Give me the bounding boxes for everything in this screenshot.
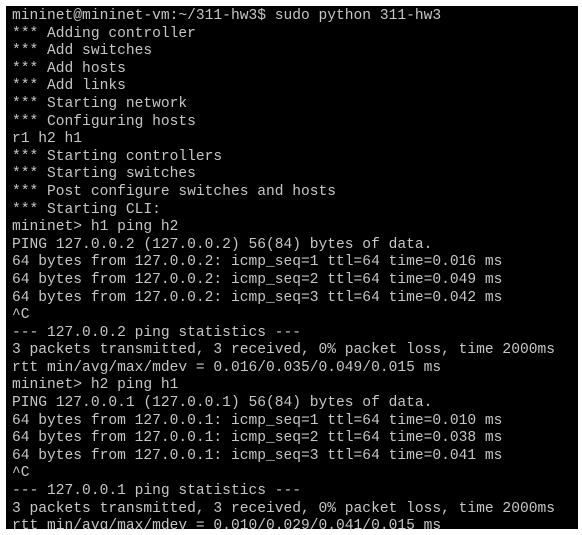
terminal-line: *** Starting controllers — [12, 148, 223, 165]
terminal-line: r1 h2 h1 — [12, 131, 83, 148]
terminal-line: *** Starting CLI: — [12, 201, 161, 218]
terminal-line: rtt min/avg/max/mdev = 0.010/0.029/0.041… — [12, 518, 442, 529]
terminal-line: *** Configuring hosts — [12, 113, 196, 130]
terminal-window[interactable]: mininet@mininet-vm:~/311-hw3$ sudo pytho… — [6, 6, 578, 529]
terminal-line: *** Add hosts — [12, 60, 126, 77]
terminal-line: mininet@mininet-vm:~/311-hw3$ sudo pytho… — [12, 8, 442, 24]
terminal-line: PING 127.0.0.2 (127.0.0.2) 56(84) bytes … — [12, 236, 433, 253]
terminal-line: *** Starting network — [12, 95, 188, 112]
terminal-line: rtt min/avg/max/mdev = 0.016/0.035/0.049… — [12, 359, 442, 376]
terminal-line: 3 packets transmitted, 3 received, 0% pa… — [12, 500, 555, 517]
terminal-line: 64 bytes from 127.0.0.2: icmp_seq=2 ttl=… — [12, 271, 503, 288]
terminal-line: *** Add links — [12, 78, 126, 95]
terminal-line: 3 packets transmitted, 3 received, 0% pa… — [12, 342, 555, 359]
terminal-line: 64 bytes from 127.0.0.1: icmp_seq=2 ttl=… — [12, 430, 503, 447]
terminal-line: 64 bytes from 127.0.0.2: icmp_seq=3 ttl=… — [12, 289, 503, 306]
terminal-line: ^C — [12, 307, 30, 324]
terminal-line: 64 bytes from 127.0.0.1: icmp_seq=1 ttl=… — [12, 412, 503, 429]
terminal-line: *** Adding controller — [12, 25, 196, 42]
terminal-line: 64 bytes from 127.0.0.1: icmp_seq=3 ttl=… — [12, 447, 503, 464]
terminal-line: *** Starting switches — [12, 166, 196, 183]
terminal-line: 64 bytes from 127.0.0.2: icmp_seq=1 ttl=… — [12, 254, 503, 271]
terminal-output: mininet@mininet-vm:~/311-hw3$ sudo pytho… — [12, 8, 578, 529]
terminal-line: --- 127.0.0.1 ping statistics --- — [12, 483, 302, 500]
terminal-line: mininet> h1 ping h2 — [12, 219, 179, 236]
terminal-line: *** Add switches — [12, 43, 153, 60]
terminal-line: PING 127.0.0.1 (127.0.0.1) 56(84) bytes … — [12, 395, 433, 412]
terminal-line: --- 127.0.0.2 ping statistics --- — [12, 324, 302, 341]
terminal-line: ^C — [12, 465, 30, 482]
terminal-line: mininet> h2 ping h1 — [12, 377, 179, 394]
terminal-line: *** Post configure switches and hosts — [12, 183, 337, 200]
